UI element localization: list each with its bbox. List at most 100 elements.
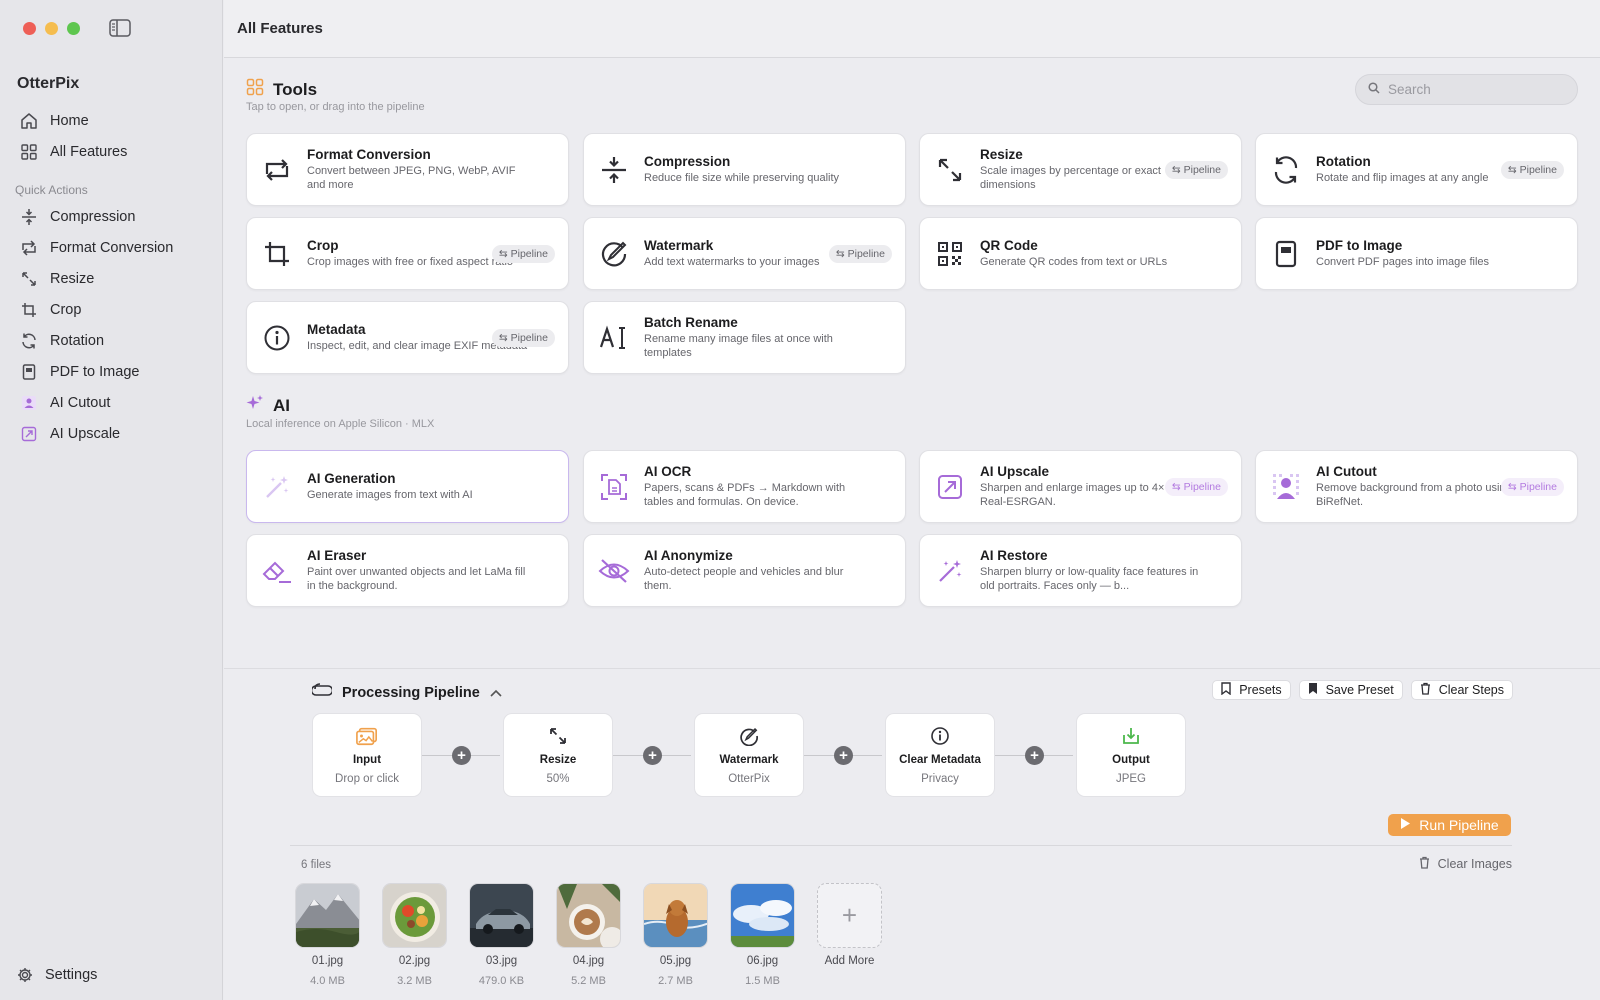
file-size: 2.7 MB <box>658 975 693 987</box>
sidebar-item-ai-cutout[interactable]: AI Cutout <box>0 387 223 418</box>
card-title: AI Restore <box>980 548 1048 563</box>
pipeline-badge[interactable]: ⇆ Pipeline <box>1164 161 1228 179</box>
pipeline-step-resize[interactable]: Resize 50% <box>503 713 613 797</box>
sidebar-item-all-features[interactable]: All Features <box>0 136 223 167</box>
close-window-button[interactable] <box>23 22 36 35</box>
card-description: Paint over unwanted objects and let LaMa… <box>307 566 526 592</box>
sidebar-toggle-icon[interactable] <box>109 19 131 37</box>
search-input[interactable] <box>1388 82 1568 97</box>
card-title: Batch Rename <box>644 315 738 330</box>
resize-icon <box>547 725 569 747</box>
add-more-button[interactable]: + Add More <box>817 883 882 967</box>
pipeline-badge[interactable]: ⇆ Pipeline <box>828 245 892 263</box>
pipeline-badge-label: Pipeline <box>1183 481 1221 493</box>
ai-card-restore[interactable]: AI Restore Sharpen blurry or low-quality … <box>919 534 1242 607</box>
tool-card-rotation[interactable]: Rotation Rotate and flip images at any an… <box>1255 133 1578 206</box>
files-area: 6 files Clear Images 01.jpg 4.0 MB 02.jp… <box>290 845 1512 1000</box>
pdf-icon <box>1270 238 1302 270</box>
pipeline-badge[interactable]: ⇆ Pipeline <box>491 329 555 347</box>
file-thumbnail[interactable]: 04.jpg 5.2 MB <box>556 883 621 987</box>
ai-section-header: AI <box>246 394 290 417</box>
presets-button[interactable]: Presets <box>1212 680 1291 700</box>
sparkles-icon <box>246 394 264 417</box>
ai-subtitle: Local inference on Apple Silicon · MLX <box>246 418 435 430</box>
file-name: 06.jpg <box>746 955 779 967</box>
pipeline-step-input[interactable]: Input Drop or click <box>312 713 422 797</box>
step-sublabel: OtterPix <box>728 773 770 785</box>
file-name: 02.jpg <box>398 955 431 967</box>
tool-card-watermark[interactable]: Watermark Add text watermarks to your ima… <box>583 217 906 290</box>
trash-icon <box>1419 856 1430 872</box>
clear-images-button[interactable]: Clear Images <box>1419 856 1512 872</box>
zoom-window-button[interactable] <box>67 22 80 35</box>
add-step-button[interactable]: + <box>834 746 853 765</box>
file-name: 01.jpg <box>311 955 344 967</box>
pipeline-badge[interactable]: ⇆ Pipeline <box>1500 161 1564 179</box>
pipeline-step-watermark[interactable]: Watermark OtterPix <box>694 713 804 797</box>
sidebar-item-pdf-to-image[interactable]: PDF to Image <box>0 356 223 387</box>
chevron-up-icon[interactable] <box>490 684 502 702</box>
ai-card-anonymize[interactable]: AI Anonymize Auto-detect people and vehic… <box>583 534 906 607</box>
swap-arrows-icon: ⇆ <box>498 332 508 344</box>
files-count: 6 files <box>301 859 332 871</box>
pipeline-step-clear-metadata[interactable]: Clear Metadata Privacy <box>885 713 995 797</box>
pipeline-icon <box>310 682 334 703</box>
sidebar-item-label: PDF to Image <box>50 363 140 380</box>
file-thumbnail[interactable]: 02.jpg 3.2 MB <box>382 883 447 987</box>
tool-card-compression[interactable]: Compression Reduce file size while preser… <box>583 133 906 206</box>
pipeline-header[interactable]: Processing Pipeline <box>310 682 502 703</box>
house-icon <box>19 111 39 131</box>
ai-card-eraser[interactable]: AI Eraser Paint over unwanted objects and… <box>246 534 569 607</box>
crop-icon <box>19 300 39 320</box>
file-thumbnail[interactable]: 01.jpg 4.0 MB <box>295 883 360 987</box>
tool-card-batch-rename[interactable]: Batch Rename Rename many image files at o… <box>583 301 906 374</box>
file-thumbnail[interactable]: 05.jpg 2.7 MB <box>643 883 708 987</box>
pipeline-badge[interactable]: ⇆ Pipeline <box>1164 478 1228 496</box>
ai-upscale-icon <box>19 424 39 444</box>
minimize-window-button[interactable] <box>45 22 58 35</box>
card-description: Auto-detect people and vehicles and blur… <box>644 566 844 592</box>
ai-card-cutout[interactable]: AI Cutout Remove background from a photo … <box>1255 450 1578 523</box>
ai-card-upscale[interactable]: AI Upscale Sharpen and enlarge images up … <box>919 450 1242 523</box>
pipeline-badge[interactable]: ⇆ Pipeline <box>1500 478 1564 496</box>
tool-card-qr-code[interactable]: QR Code Generate QR codes from text or UR… <box>919 217 1242 290</box>
sidebar-item-ai-upscale[interactable]: AI Upscale <box>0 418 223 449</box>
sidebar-item-rotation[interactable]: Rotation <box>0 325 223 356</box>
add-step-button[interactable]: + <box>452 746 471 765</box>
tool-card-resize[interactable]: Resize Scale images by percentage or exac… <box>919 133 1242 206</box>
play-icon <box>1400 817 1411 833</box>
car-photo <box>469 883 534 948</box>
step-sublabel: 50% <box>546 773 570 785</box>
ai-card-generation[interactable]: AI Generation Generate images from text w… <box>246 450 569 523</box>
pipeline-step-output[interactable]: Output JPEG <box>1076 713 1186 797</box>
ai-card-ocr[interactable]: AI OCR Papers, scans & PDFs → Markdown wi… <box>583 450 906 523</box>
run-pipeline-button[interactable]: Run Pipeline <box>1388 814 1511 836</box>
document-scan-icon <box>598 471 630 503</box>
file-thumbnail[interactable]: 06.jpg 1.5 MB <box>730 883 795 987</box>
settings-section: Settings <box>0 959 223 990</box>
pipeline-badge[interactable]: ⇆ Pipeline <box>491 245 555 263</box>
tool-card-metadata[interactable]: Metadata Inspect, edit, and clear image E… <box>246 301 569 374</box>
file-thumbnail[interactable]: 03.jpg 479.0 KB <box>469 883 534 987</box>
sidebar-item-home[interactable]: Home <box>0 105 223 136</box>
tool-card-format-conversion[interactable]: Format Conversion Convert between JPEG, P… <box>246 133 569 206</box>
sidebar: OtterPix Home All Features Quick Actions… <box>0 0 223 1000</box>
search-field[interactable] <box>1355 74 1578 105</box>
add-step-button[interactable]: + <box>643 746 662 765</box>
card-title: AI Upscale <box>980 464 1050 479</box>
sidebar-item-label: Rotation <box>50 332 105 349</box>
sidebar-item-crop[interactable]: Crop <box>0 294 223 325</box>
sidebar-item-format-conversion[interactable]: Format Conversion <box>0 232 223 263</box>
save-preset-button[interactable]: Save Preset <box>1298 680 1403 700</box>
sidebar-item-label: AI Upscale <box>50 425 121 442</box>
add-step-button[interactable]: + <box>1025 746 1044 765</box>
grid-icon <box>19 142 39 162</box>
swap-arrows-icon: ⇆ <box>835 248 845 260</box>
tool-card-crop[interactable]: Crop Crop images with free or fixed aspec… <box>246 217 569 290</box>
card-description: Generate images from text with AI <box>307 489 473 501</box>
sidebar-item-compression[interactable]: Compression <box>0 201 223 232</box>
tool-card-pdf-to-image[interactable]: PDF to Image Convert PDF pages into image… <box>1255 217 1578 290</box>
sidebar-item-resize[interactable]: Resize <box>0 263 223 294</box>
clear-steps-button[interactable]: Clear Steps <box>1410 680 1513 700</box>
sidebar-item-settings[interactable]: Settings <box>0 959 223 990</box>
